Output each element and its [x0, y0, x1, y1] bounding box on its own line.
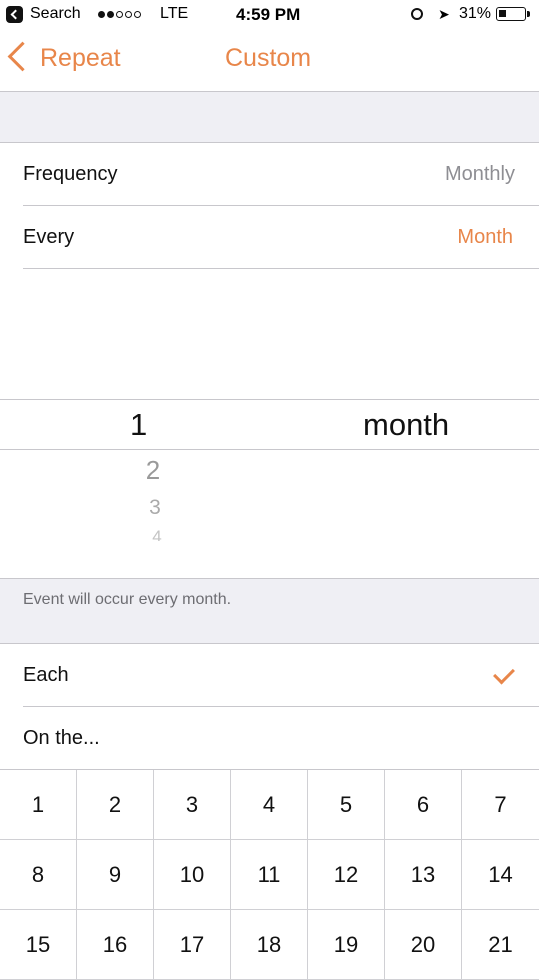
picker-unit[interactable]: month — [363, 407, 449, 443]
day-cell[interactable]: 2 — [77, 770, 154, 840]
day-cell[interactable]: 7 — [462, 770, 539, 840]
day-cell[interactable]: 8 — [0, 840, 77, 910]
location-arrow-icon: ➤ — [438, 6, 450, 22]
picker-selection-top-line — [0, 399, 539, 400]
battery-icon — [496, 7, 526, 21]
frequency-value: Monthly — [444, 163, 515, 185]
status-time: 4:59 PM — [236, 5, 301, 24]
day-cell[interactable]: 4 — [231, 770, 308, 840]
picker-selection-bottom-line — [0, 449, 539, 450]
section-spacer — [0, 92, 539, 142]
repeat-summary-note: Event will occur every month. — [23, 591, 232, 608]
every-row[interactable]: Every Month — [0, 206, 539, 268]
day-cell[interactable]: 12 — [308, 840, 385, 910]
status-bar: Search LTE 4:59 PM ➤ 31% — [0, 0, 539, 30]
every-value: Month — [457, 226, 513, 248]
battery-fill — [499, 10, 506, 17]
day-cell[interactable]: 1 — [0, 770, 77, 840]
day-cell[interactable]: 21 — [462, 910, 539, 980]
footer-note-band: Event will occur every month. — [0, 579, 539, 643]
orientation-lock-icon — [411, 8, 423, 20]
picker-selected-number[interactable]: 1 — [130, 407, 147, 443]
back-to-app-icon[interactable] — [6, 6, 23, 23]
back-to-app-label[interactable]: Search — [30, 5, 81, 23]
day-cell[interactable]: 11 — [231, 840, 308, 910]
frequency-row[interactable]: Frequency Monthly — [0, 143, 539, 205]
frequency-label: Frequency — [23, 163, 118, 185]
page-title: Custom — [225, 44, 312, 72]
picker-option[interactable]: 4 — [137, 527, 177, 541]
battery-tip — [527, 11, 530, 17]
network-type: LTE — [160, 5, 189, 22]
interval-picker[interactable]: 1 month 2 3 4 — [0, 269, 539, 579]
day-of-month-grid: 1 2 3 4 5 6 7 8 9 10 11 12 13 14 15 16 17 18 19 20 21 — [0, 770, 539, 980]
day-cell[interactable]: 13 — [385, 840, 462, 910]
picker-option[interactable]: 3 — [135, 496, 175, 520]
each-label: Each — [23, 664, 69, 686]
battery-percentage: 31% — [459, 5, 492, 22]
day-cell[interactable]: 17 — [154, 910, 231, 980]
day-cell[interactable]: 18 — [231, 910, 308, 980]
back-button[interactable]: Repeat — [40, 44, 121, 73]
day-cell[interactable]: 3 — [154, 770, 231, 840]
day-cell[interactable]: 6 — [385, 770, 462, 840]
day-cell[interactable]: 16 — [77, 910, 154, 980]
day-cell[interactable]: 20 — [385, 910, 462, 980]
each-row[interactable]: Each — [0, 644, 539, 706]
day-cell[interactable]: 19 — [308, 910, 385, 980]
every-label: Every — [23, 226, 75, 248]
day-cell[interactable]: 15 — [0, 910, 77, 980]
day-cell[interactable]: 5 — [308, 770, 385, 840]
day-cell[interactable]: 14 — [462, 840, 539, 910]
on-the-label: On the... — [23, 727, 100, 749]
day-cell[interactable]: 10 — [154, 840, 231, 910]
picker-option[interactable]: 2 — [133, 455, 173, 486]
day-cell[interactable]: 9 — [77, 840, 154, 910]
on-the-row[interactable]: On the... — [0, 707, 539, 769]
